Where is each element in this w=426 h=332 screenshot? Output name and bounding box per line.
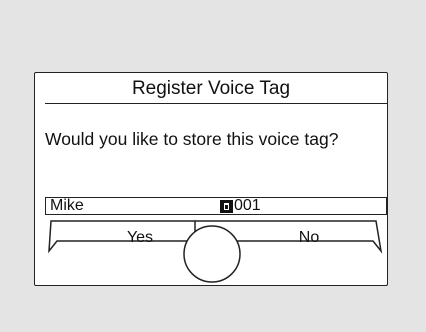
phone-entry-icon [220,199,233,213]
contact-name: Mike [50,197,84,214]
dialog-title: Register Voice Tag [131,78,291,99]
voice-tag-dialog: Register Voice Tag Would you like to sto… [34,72,388,286]
title-divider [45,103,387,104]
controls-graphic [48,220,383,283]
yes-button[interactable]: Yes [85,229,195,247]
button-area: Yes No [35,217,389,287]
dialog-message: Would you like to store this voice tag? [45,129,339,149]
no-button[interactable]: No [249,229,369,247]
contact-entry-row: Mike 001 [45,197,387,215]
contact-slot-number: 001 [234,197,261,214]
contact-slot: 001 [220,198,261,214]
